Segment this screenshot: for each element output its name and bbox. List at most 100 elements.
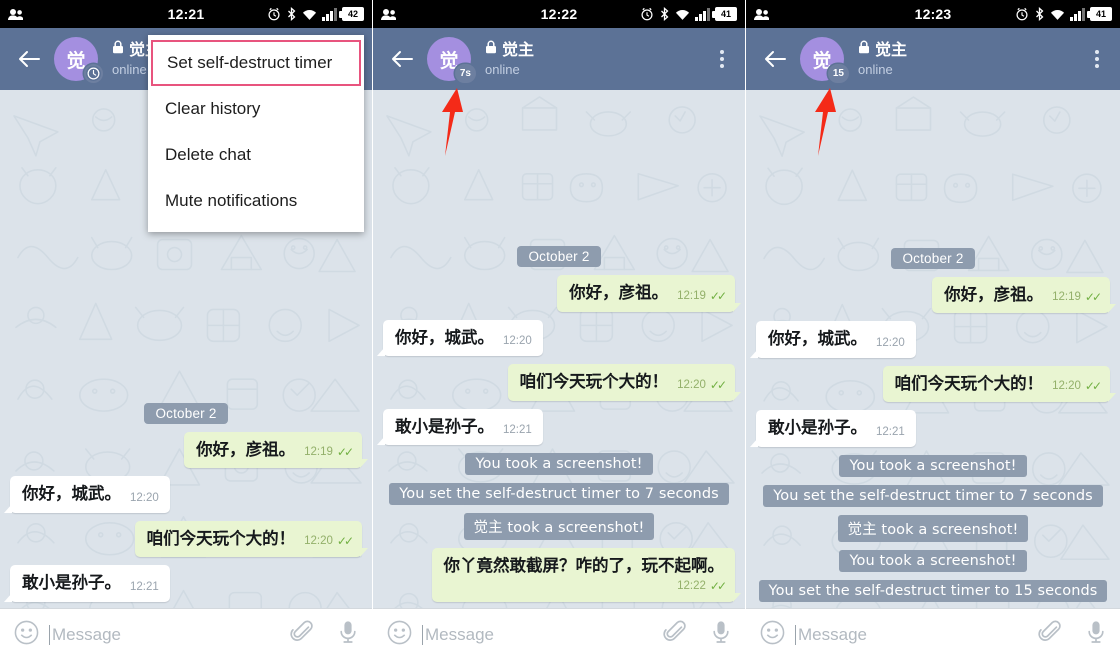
incoming-message-bubble[interactable]: 敢小是孙子。 12:21 xyxy=(750,410,916,447)
message-meta: 12:19 ✓✓ xyxy=(1052,290,1102,305)
message-text: 你好，城武。 xyxy=(22,484,121,504)
overflow-menu-icon[interactable] xyxy=(711,44,733,74)
input-actions xyxy=(1038,620,1106,649)
page-title: 觉主 xyxy=(502,39,535,59)
message-row: 咱们今天玩个大的！ 12:20 ✓✓ xyxy=(383,364,742,401)
outgoing-message-bubble[interactable]: 你丫竟然敢截屏？咋的了，玩不起啊。 12:22 ✓✓ xyxy=(431,548,741,602)
clock-icon xyxy=(87,67,100,80)
menu-item-2[interactable]: Delete chat xyxy=(148,132,364,178)
battery-icon: 42 xyxy=(339,7,364,21)
message-time: 12:21 xyxy=(876,426,905,438)
incoming-message-bubble[interactable]: 敢小是孙子。 12:21 xyxy=(377,408,543,446)
message-text: 敢小是孙子。 xyxy=(768,418,867,438)
emoji-icon[interactable] xyxy=(387,620,412,650)
self-destruct-timer-badge[interactable] xyxy=(84,64,103,83)
overflow-menu-icon[interactable] xyxy=(1086,44,1108,74)
message-input-bar: Message xyxy=(0,608,372,660)
chat-avatar[interactable]: 觉 xyxy=(54,37,103,83)
message-input[interactable]: Message xyxy=(49,624,280,645)
back-button[interactable] xyxy=(14,44,44,74)
microphone-icon[interactable] xyxy=(338,620,358,649)
date-separator: October 2 xyxy=(517,245,601,267)
wifi-icon xyxy=(675,8,690,21)
message-input-bar: Message xyxy=(373,608,745,660)
outgoing-message-bubble[interactable]: 咱们今天玩个大的！ 12:20 ✓✓ xyxy=(134,520,369,558)
double-check-icon: ✓✓ xyxy=(709,377,727,392)
emoji-icon[interactable] xyxy=(14,620,39,650)
chat-avatar[interactable]: 觉 15 xyxy=(800,37,849,83)
message-text: 你好，彦祖。 xyxy=(944,284,1044,304)
message-time: 12:20 xyxy=(677,378,706,391)
outgoing-message-bubble[interactable]: 咱们今天玩个大的！ 12:20 ✓✓ xyxy=(882,365,1117,403)
status-bar: 12:22 41 xyxy=(373,0,745,28)
outgoing-message-bubble[interactable]: 咱们今天玩个大的！ 12:20 ✓✓ xyxy=(507,364,742,401)
message-time: 12:19 xyxy=(1052,291,1081,304)
message-row: 觉主 took a screenshot! xyxy=(756,515,1110,542)
message-text: 你好，城武。 xyxy=(395,327,494,347)
battery-level: 41 xyxy=(1095,9,1106,19)
message-meta: 12:20 xyxy=(503,335,532,348)
message-input[interactable]: Message xyxy=(422,624,653,645)
message-meta: 12:20 xyxy=(130,492,159,505)
incoming-message-bubble[interactable]: 你好，城武。 12:20 xyxy=(750,321,916,358)
microphone-icon[interactable] xyxy=(711,620,731,649)
signal-bars-icon xyxy=(322,7,337,21)
signal-bars-icon xyxy=(695,7,710,21)
message-meta: 12:20 ✓✓ xyxy=(677,377,727,393)
message-meta: 12:20 ✓✓ xyxy=(1052,379,1102,394)
status-bar: 12:21 42 xyxy=(0,0,372,28)
emoji-icon[interactable] xyxy=(760,620,785,650)
outgoing-message-bubble[interactable]: 你好，彦祖。 12:19 ✓✓ xyxy=(184,431,368,469)
double-check-icon: ✓✓ xyxy=(1084,290,1102,305)
back-button[interactable] xyxy=(760,44,790,74)
message-time: 12:20 xyxy=(1052,380,1081,393)
message-meta: 12:22 ✓✓ xyxy=(677,579,727,594)
status-bar-right: 42 xyxy=(267,7,364,21)
incoming-message-bubble[interactable]: 敢小是孙子。 12:21 xyxy=(4,565,170,602)
chat-area: October 2 你好，彦祖。 12:19 ✓✓ 你好，城武。 12:20 咱们今天玩个大… xyxy=(373,90,745,608)
paperclip-icon[interactable] xyxy=(1038,620,1062,649)
message-row: 敢小是孙子。 12:21 xyxy=(4,565,362,602)
message-row: You took a screenshot! xyxy=(756,455,1110,477)
chat-avatar[interactable]: 觉 7s xyxy=(427,37,476,83)
menu-item-3[interactable]: Mute notifications xyxy=(148,178,364,224)
chat-title-block: 觉主 online xyxy=(858,40,1086,77)
battery-level: 41 xyxy=(720,9,731,19)
self-destruct-timer-badge[interactable]: 7s xyxy=(454,64,476,83)
bluetooth-icon xyxy=(286,7,297,21)
message-text: 你好，彦祖。 xyxy=(196,439,296,459)
system-message: 觉主 took a screenshot! xyxy=(837,515,1029,542)
message-time: 12:21 xyxy=(130,581,159,593)
self-destruct-timer-badge[interactable]: 15 xyxy=(827,64,849,83)
message-input[interactable]: Message xyxy=(795,624,1028,645)
menu-item-0[interactable]: Set self-destruct timer xyxy=(151,40,361,86)
incoming-message-bubble[interactable]: 你好，城武。 12:20 xyxy=(377,319,543,357)
microphone-icon[interactable] xyxy=(1086,620,1106,649)
message-row: October 2 xyxy=(756,247,1110,269)
back-button[interactable] xyxy=(387,44,417,74)
bluetooth-icon xyxy=(1034,7,1045,21)
message-row: 咱们今天玩个大的！ 12:20 ✓✓ xyxy=(756,365,1117,403)
message-row: 敢小是孙子。 12:21 xyxy=(750,410,1110,447)
timer-badge-label: 15 xyxy=(832,68,844,79)
text-caret xyxy=(795,624,796,645)
message-row: You set the self-destruct timer to 7 sec… xyxy=(383,483,735,506)
incoming-message-bubble[interactable]: 你好，城武。 12:20 xyxy=(4,476,170,513)
outgoing-message-bubble[interactable]: 你好，彦祖。 12:19 ✓✓ xyxy=(557,274,741,312)
paperclip-icon[interactable] xyxy=(663,620,687,649)
message-time: 12:19 xyxy=(304,446,333,459)
wifi-icon xyxy=(302,8,317,21)
message-text: 咱们今天玩个大的！ xyxy=(519,372,669,392)
chat-status: online xyxy=(858,61,893,77)
chat-title-row: 觉主 xyxy=(485,40,711,59)
message-time: 12:19 xyxy=(677,289,706,302)
message-placeholder: Message xyxy=(798,624,867,644)
double-check-icon: ✓✓ xyxy=(336,445,354,460)
paperclip-icon[interactable] xyxy=(290,620,314,649)
menu-item-1[interactable]: Clear history xyxy=(148,86,364,132)
message-row: You set the self-destruct timer to 7 sec… xyxy=(756,485,1110,507)
message-meta: 12:20 ✓✓ xyxy=(304,534,354,549)
message-row: 你丫竟然敢截屏？咋的了，玩不起啊。 12:22 ✓✓ xyxy=(383,548,741,602)
message-text: 咱们今天玩个大的！ xyxy=(146,528,296,548)
outgoing-message-bubble[interactable]: 你好，彦祖。 12:19 ✓✓ xyxy=(932,276,1116,314)
